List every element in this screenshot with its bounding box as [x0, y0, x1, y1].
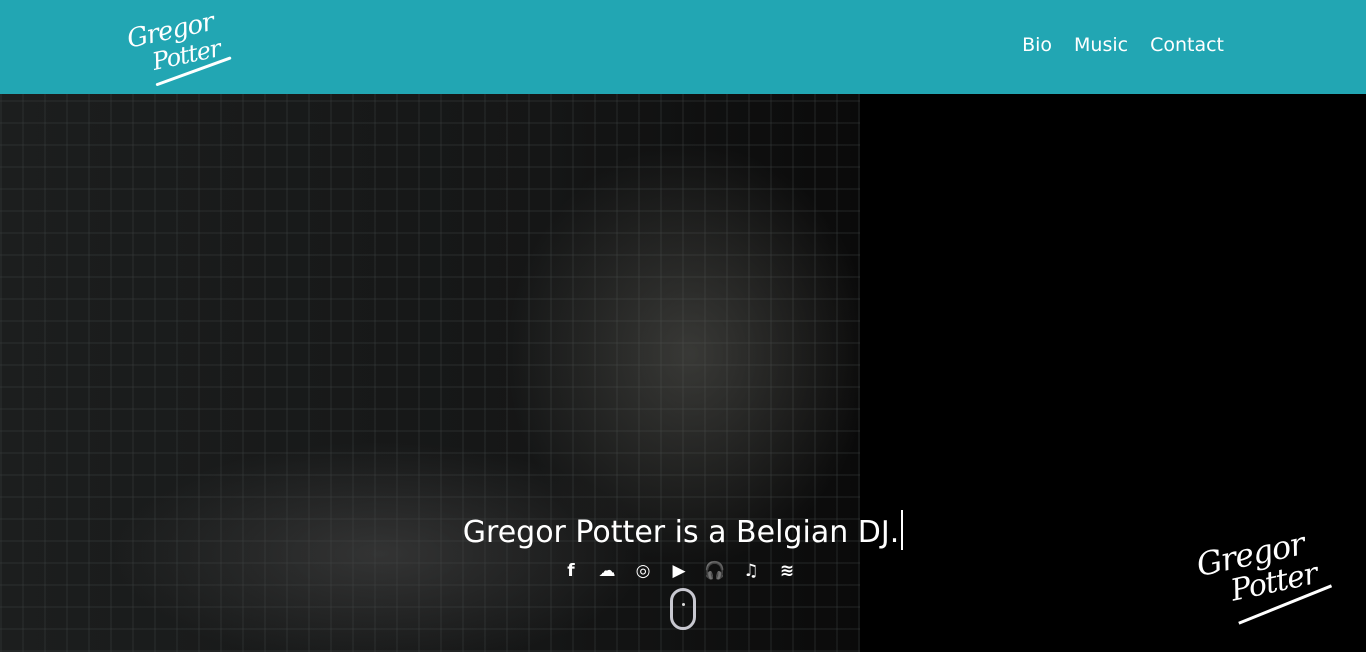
- itunes-icon[interactable]: ♫: [740, 560, 762, 582]
- instagram-icon[interactable]: ◎: [632, 560, 654, 582]
- site-header: Gregor Potter Bio Music Contact: [0, 0, 1366, 94]
- soundcloud-icon[interactable]: ☁: [596, 560, 618, 582]
- hero-tagline: Gregor Potter is a Belgian DJ.: [0, 510, 1366, 550]
- social-links: f ☁ ◎ ▶ 🎧 ♫ ≋: [560, 560, 798, 582]
- spotify-icon[interactable]: ≋: [776, 560, 798, 582]
- main-nav: Bio Music Contact: [1022, 34, 1224, 56]
- typing-cursor: [901, 510, 904, 550]
- headphones-icon[interactable]: 🎧: [704, 560, 726, 582]
- tagline-text: Gregor Potter is a Belgian DJ.: [462, 515, 900, 550]
- youtube-icon[interactable]: ▶: [668, 560, 690, 582]
- scroll-down-mouse-icon[interactable]: [670, 588, 696, 630]
- facebook-icon[interactable]: f: [560, 560, 582, 582]
- nav-bio[interactable]: Bio: [1022, 34, 1052, 56]
- nav-music[interactable]: Music: [1074, 34, 1128, 56]
- nav-contact[interactable]: Contact: [1150, 34, 1224, 56]
- logo-link[interactable]: Gregor Potter: [121, 0, 240, 96]
- hero-section: Gregor Potter is a Belgian DJ. f ☁ ◎ ▶ 🎧…: [0, 94, 1366, 652]
